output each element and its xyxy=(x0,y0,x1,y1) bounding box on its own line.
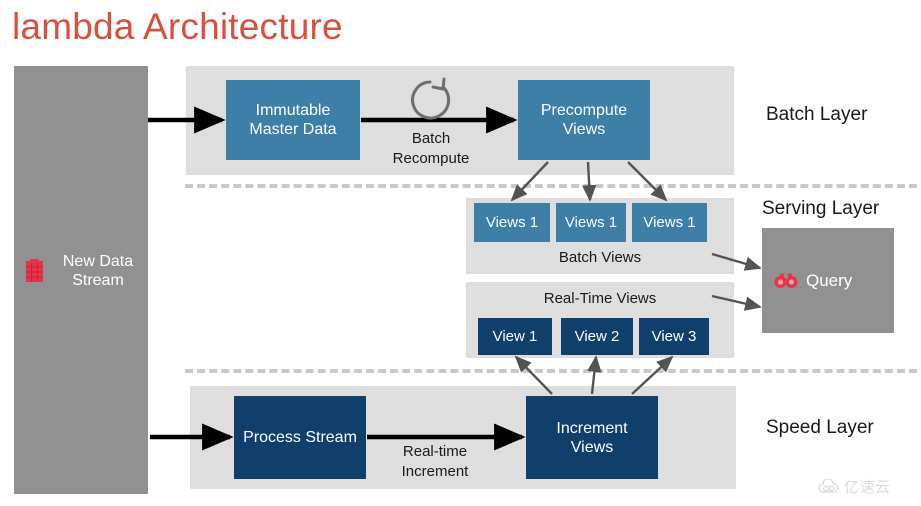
divider-serving-speed xyxy=(185,369,917,373)
query-label: Query xyxy=(806,270,853,290)
layer-title-speed: Speed Layer xyxy=(766,417,874,438)
new-data-stream-panel: New Data Stream xyxy=(14,66,148,494)
edge-label-batch-recompute-line2: Recompute xyxy=(392,150,470,167)
node-precompute-views[interactable]: Precompute Views xyxy=(518,80,650,160)
edge-label-realtime-increment-line2: Increment xyxy=(401,463,469,480)
new-data-stream-label: New Data Stream xyxy=(52,252,144,290)
node-immutable-master-data-line2: Master Data xyxy=(249,121,337,138)
database-icon xyxy=(26,259,43,282)
binoculars-icon xyxy=(774,273,798,288)
batch-view-box[interactable]: Views 1 xyxy=(556,203,626,242)
node-increment-views[interactable]: Increment Views xyxy=(526,396,658,479)
layer-title-serving: Serving Layer xyxy=(762,198,880,219)
edge-label-realtime-increment: Real-time Increment xyxy=(372,442,498,482)
realtime-view-box[interactable]: View 2 xyxy=(561,318,633,355)
new-data-stream-label-line2: Stream xyxy=(72,272,124,289)
realtime-views-caption: Real-Time Views xyxy=(543,290,657,307)
page-title: lambda Architecture xyxy=(12,6,343,47)
edge-label-realtime-increment-line1: Real-time xyxy=(402,443,468,460)
watermark: 亿速云 xyxy=(818,476,891,497)
cloud-icon xyxy=(818,478,839,493)
diagram-canvas: lambda Architecture New Data Stream Immu… xyxy=(0,0,921,506)
query-box[interactable]: Query xyxy=(762,228,894,333)
new-data-stream-label-line1: New Data xyxy=(62,253,134,270)
watermark-text: 亿速云 xyxy=(844,479,891,496)
node-increment-views-line1: Increment xyxy=(556,419,628,437)
edge-label-batch-recompute: Batch Recompute xyxy=(368,129,494,169)
batch-view-box[interactable]: Views 1 xyxy=(474,203,550,242)
batch-view-box[interactable]: Views 1 xyxy=(632,203,707,242)
realtime-view-box[interactable]: View 3 xyxy=(639,318,709,355)
edge-label-batch-recompute-line1: Batch xyxy=(411,130,451,147)
node-precompute-views-line2: Views xyxy=(562,121,606,138)
node-increment-views-line2: Views xyxy=(570,438,614,456)
layer-title-batch: Batch Layer xyxy=(766,104,868,125)
node-precompute-views-line1: Precompute xyxy=(540,102,628,119)
node-immutable-master-data[interactable]: Immutable Master Data xyxy=(226,80,360,160)
node-immutable-master-data-line1: Immutable xyxy=(255,102,331,119)
new-data-stream-label-wrap: New Data Stream xyxy=(14,252,148,290)
batch-views-caption: Batch Views xyxy=(558,249,642,266)
divider-batch-serving xyxy=(185,184,917,188)
node-process-stream[interactable]: Process Stream xyxy=(234,396,366,479)
realtime-view-box[interactable]: View 1 xyxy=(478,318,552,355)
